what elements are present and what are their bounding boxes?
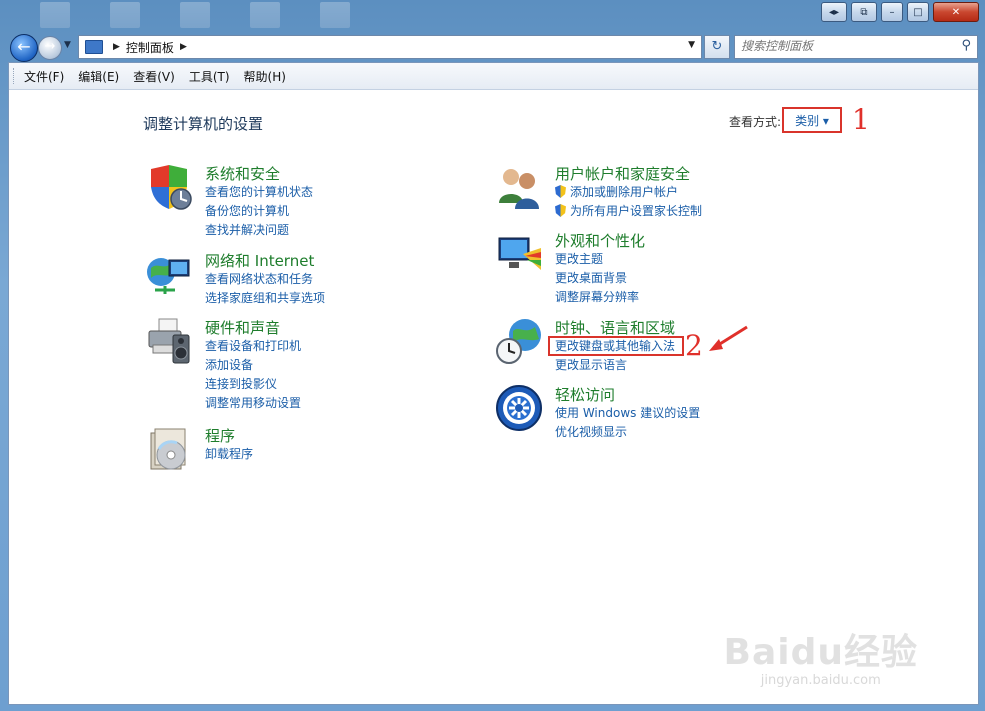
category-title[interactable]: 硬件和声音 <box>205 317 280 338</box>
link-troubleshoot[interactable]: 查找并解决问题 <box>205 221 313 240</box>
link-recommended-settings[interactable]: 使用 Windows 建议的设置 <box>555 404 700 423</box>
category-title[interactable]: 网络和 Internet <box>205 250 314 271</box>
category-ease-of-access: 轻松访问 使用 Windows 建议的设置 优化视频显示 <box>495 384 835 444</box>
menu-file[interactable]: 文件(F) <box>17 68 71 85</box>
annotation-number-1: 1 <box>852 103 870 136</box>
link-devices-printers[interactable]: 查看设备和打印机 <box>205 337 301 356</box>
category-title[interactable]: 时钟、语言和区域 <box>555 317 675 338</box>
category-title[interactable]: 外观和个性化 <box>555 230 645 251</box>
link-optimize-visual-display[interactable]: 优化视频显示 <box>555 423 700 442</box>
refresh-button[interactable]: ↻ <box>704 35 730 59</box>
link-desktop-background[interactable]: 更改桌面背景 <box>555 269 639 288</box>
menu-help[interactable]: 帮助(H) <box>237 68 293 85</box>
category-system-security: 系统和安全 查看您的计算机状态 备份您的计算机 查找并解决问题 <box>145 163 465 243</box>
address-dropdown-icon[interactable]: ▼ <box>688 40 695 50</box>
link-homegroup-sharing[interactable]: 选择家庭组和共享选项 <box>205 289 325 308</box>
annotation-arrow-icon <box>709 325 748 351</box>
watermark-url: jingyan.baidu.com <box>760 673 881 688</box>
search-icon[interactable]: ⚲ <box>961 38 971 53</box>
link-screen-resolution[interactable]: 调整屏幕分辨率 <box>555 288 639 307</box>
category-hardware-sound: 硬件和声音 查看设备和打印机 添加设备 连接到投影仪 调整常用移动设置 <box>145 317 465 417</box>
security-shield-icon[interactable] <box>145 163 193 211</box>
category-programs: 程序 卸载程序 <box>145 425 465 475</box>
network-globe-icon[interactable] <box>145 250 193 298</box>
annotation-highlight-box <box>548 336 684 356</box>
category-title[interactable]: 程序 <box>205 425 235 446</box>
maximize-button[interactable]: □ <box>907 2 929 22</box>
monitor-palette-icon[interactable] <box>495 230 543 278</box>
uac-shield-icon <box>555 204 566 217</box>
chevron-right-icon[interactable]: ▶ <box>113 42 120 52</box>
link-parental-controls[interactable]: 为所有用户设置家长控制 <box>555 202 702 221</box>
category-network-internet: 网络和 Internet 查看网络状态和任务 选择家庭组和共享选项 <box>145 250 465 310</box>
chevron-right-icon[interactable]: ▶ <box>180 42 187 52</box>
minimize-button[interactable]: – <box>881 2 903 22</box>
view-by-dropdown[interactable]: 类别 ▾ <box>782 107 842 133</box>
uac-shield-icon <box>555 185 566 198</box>
back-button[interactable]: ← <box>10 34 38 62</box>
background-desktop-icons <box>40 2 400 30</box>
menu-edit[interactable]: 编辑(E) <box>71 68 126 85</box>
link-mobility-settings[interactable]: 调整常用移动设置 <box>205 394 301 413</box>
clock-globe-icon[interactable] <box>495 317 543 365</box>
programs-disc-icon[interactable] <box>145 425 193 473</box>
navigation-bar: ← → ▼ ▶ 控制面板 ▶ ▼ ↻ ⚲ <box>8 32 978 62</box>
recent-pages-dropdown-icon[interactable]: ▼ <box>64 40 71 50</box>
search-input[interactable] <box>735 36 957 56</box>
link-connect-projector[interactable]: 连接到投影仪 <box>205 375 301 394</box>
window-frame: ◂▸ ⧉ – □ ✕ ← → ▼ ▶ 控制面板 ▶ ▼ ↻ ⚲ 文件(F) 编辑… <box>0 0 985 711</box>
link-view-computer-status[interactable]: 查看您的计算机状态 <box>205 183 313 202</box>
link-text[interactable]: 添加或删除用户帐户 <box>570 185 678 199</box>
ease-of-access-icon[interactable] <box>495 384 543 432</box>
menu-bar: 文件(F) 编辑(E) 查看(V) 工具(T) 帮助(H) <box>9 63 978 90</box>
page-title: 调整计算机的设置 <box>143 115 264 133</box>
menu-tools[interactable]: 工具(T) <box>182 68 237 85</box>
control-panel-icon <box>85 40 103 54</box>
search-box[interactable]: ⚲ <box>734 35 978 59</box>
category-title[interactable]: 轻松访问 <box>555 384 615 405</box>
restore-small-button[interactable]: ⧉ <box>851 2 877 22</box>
link-backup-computer[interactable]: 备份您的计算机 <box>205 202 313 221</box>
switch-window-button[interactable]: ◂▸ <box>821 2 847 22</box>
link-change-theme[interactable]: 更改主题 <box>555 250 639 269</box>
link-uninstall-program[interactable]: 卸载程序 <box>205 445 253 464</box>
category-title[interactable]: 用户帐户和家庭安全 <box>555 163 690 184</box>
link-add-device[interactable]: 添加设备 <box>205 356 301 375</box>
address-bar[interactable]: ▶ 控制面板 ▶ ▼ <box>78 35 702 59</box>
breadcrumb-control-panel[interactable]: 控制面板 <box>126 39 174 56</box>
printer-speaker-icon[interactable] <box>145 317 193 365</box>
category-appearance: 外观和个性化 更改主题 更改桌面背景 调整屏幕分辨率 <box>495 230 835 310</box>
category-user-accounts: 用户帐户和家庭安全 添加或删除用户帐户 为所有用户设置家长控制 <box>495 163 835 223</box>
watermark-logo: Baidu经验 <box>723 632 918 673</box>
forward-button[interactable]: → <box>38 36 62 60</box>
caption-buttons: ◂▸ ⧉ – □ ✕ <box>821 2 979 22</box>
view-by-label: 查看方式: <box>729 115 782 129</box>
menu-view[interactable]: 查看(V) <box>126 68 182 85</box>
link-change-display-language[interactable]: 更改显示语言 <box>555 356 675 375</box>
category-title[interactable]: 系统和安全 <box>205 163 280 184</box>
link-text[interactable]: 为所有用户设置家长控制 <box>570 204 702 218</box>
link-network-status[interactable]: 查看网络状态和任务 <box>205 270 325 289</box>
link-add-remove-accounts[interactable]: 添加或删除用户帐户 <box>555 183 702 202</box>
watermark: Baidu经验 jingyan.baidu.com <box>724 623 918 688</box>
close-button[interactable]: ✕ <box>933 2 979 22</box>
content-area: 文件(F) 编辑(E) 查看(V) 工具(T) 帮助(H) 调整计算机的设置 查… <box>8 62 979 705</box>
users-icon[interactable] <box>495 163 543 211</box>
